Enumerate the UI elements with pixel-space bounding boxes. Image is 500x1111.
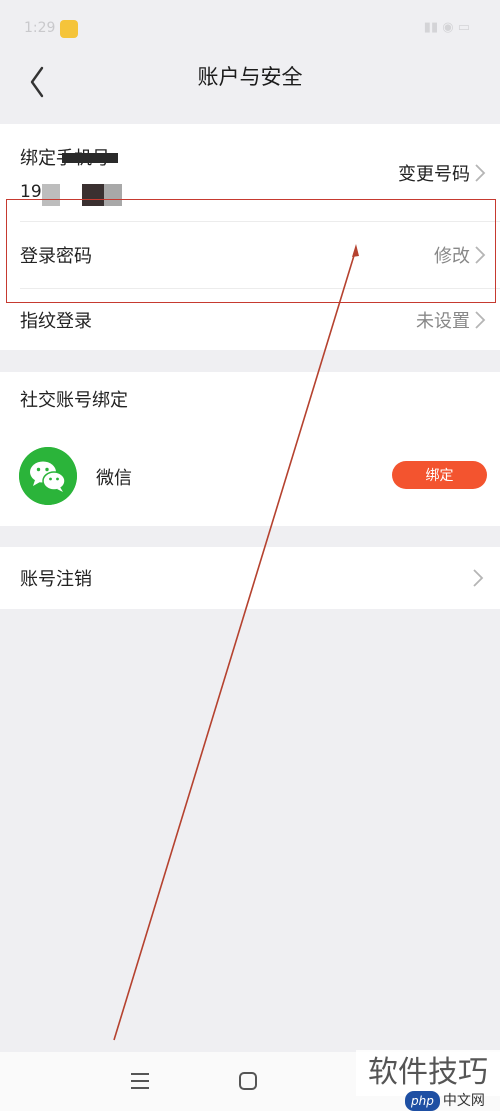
watermark-logo: php 中文网	[405, 1091, 485, 1111]
fingerprint-setting-button[interactable]: 未设置	[416, 307, 486, 333]
account-cancel-row[interactable]: 账号注销	[0, 547, 500, 609]
wechat-icon	[19, 447, 77, 505]
fingerprint-status: 未设置	[416, 311, 470, 332]
change-number-label: 变更号码	[398, 164, 470, 185]
php-logo: php	[405, 1091, 440, 1111]
chevron-right-icon	[475, 311, 486, 329]
redaction-mask	[62, 153, 118, 163]
menu-icon[interactable]	[128, 1070, 152, 1092]
highlight-box	[6, 199, 496, 303]
bind-wechat-button[interactable]: 绑定	[392, 461, 487, 489]
page-title: 账户与安全	[197, 65, 303, 89]
chevron-right-icon	[475, 164, 486, 182]
social-section-title: 社交账号绑定	[20, 390, 128, 411]
status-time: 1:29	[24, 20, 56, 36]
system-status-icons: ▮▮ ◉ ▭	[423, 20, 470, 35]
wechat-label: 微信	[96, 468, 132, 489]
home-icon[interactable]	[237, 1070, 259, 1092]
header: 账户与安全	[0, 52, 500, 122]
social-card: 社交账号绑定 微信	[0, 372, 500, 526]
change-number-button[interactable]: 变更号码	[398, 160, 486, 186]
status-bar: 1:29 ▮▮ ◉ ▭	[0, 0, 500, 52]
account-cancel-label: 账号注销	[20, 569, 92, 590]
watermark-text: 软件技巧	[356, 1050, 500, 1096]
logo-text: 中文网	[442, 1093, 485, 1109]
chevron-right-icon	[473, 569, 484, 587]
notification-icon	[60, 20, 78, 38]
fingerprint-label: 指纹登录	[20, 311, 92, 332]
